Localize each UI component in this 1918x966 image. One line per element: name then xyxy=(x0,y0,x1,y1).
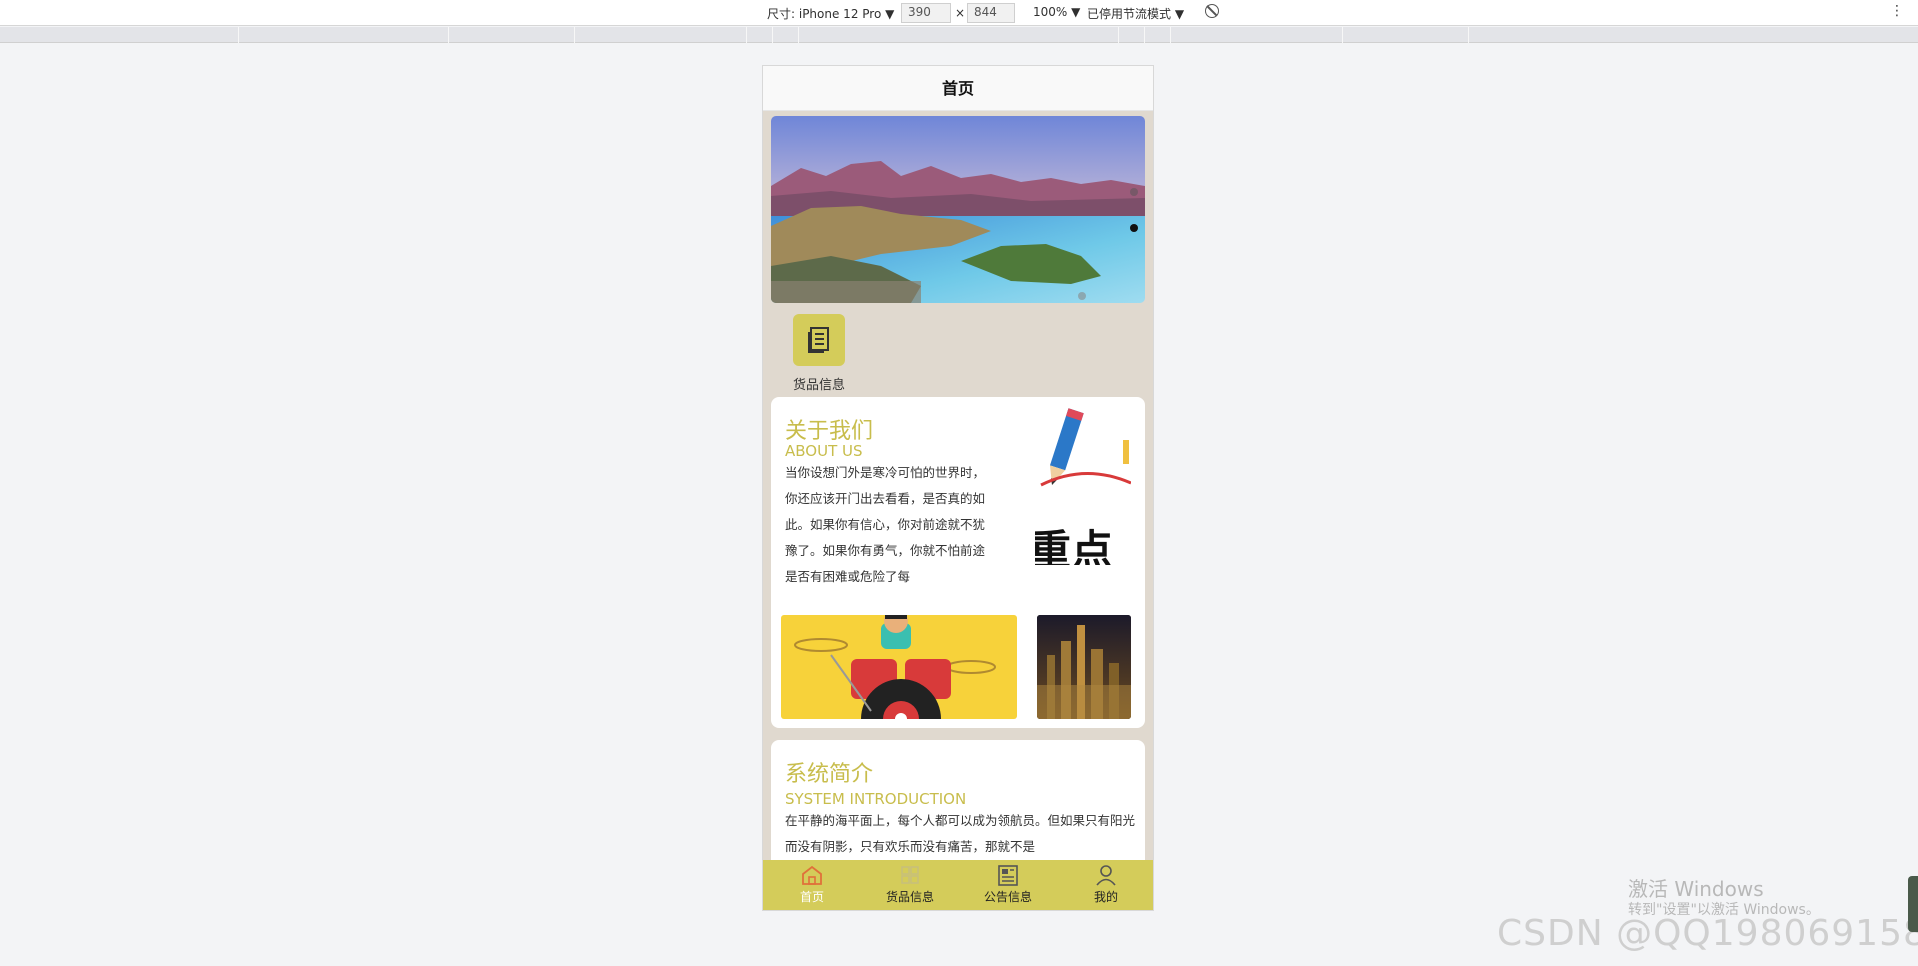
ruler-segment xyxy=(772,27,798,43)
bottom-tab-bar: 首页 货品信息 公告信息 我的 xyxy=(763,860,1153,910)
about-card: 关于我们 ABOUT US 当你设想门外是寒冷可怕的世界时，你还应该开门出去看看… xyxy=(771,397,1145,728)
ruler-segment xyxy=(1118,27,1144,43)
more-menu-icon[interactable]: ⋮ xyxy=(1890,3,1904,19)
page-title: 首页 xyxy=(763,66,1153,111)
home-icon xyxy=(802,865,822,885)
block-icon[interactable] xyxy=(1205,4,1219,18)
phone-viewport: 首页 货品信息 关于我们 ABOUT US 当你设想门外是寒冷可怕的世界时，你还… xyxy=(762,65,1154,911)
width-input[interactable]: 390 xyxy=(901,3,951,23)
category-label: 货品信息 xyxy=(792,378,845,393)
ruler-segment xyxy=(1342,27,1468,43)
ruler-segment xyxy=(1144,27,1170,43)
device-select[interactable]: 尺寸: iPhone 12 Pro ▼ xyxy=(767,5,894,22)
banner-image xyxy=(771,116,1145,303)
tab-label: 货品信息 xyxy=(885,890,934,904)
user-icon xyxy=(1096,865,1116,886)
city-night-image[interactable] xyxy=(1037,615,1131,719)
tab-home[interactable]: 首页 xyxy=(763,864,861,905)
about-subtitle: ABOUT US xyxy=(785,442,863,460)
dimension-separator: × xyxy=(955,6,966,20)
tab-label: 公告信息 xyxy=(983,890,1032,904)
ruler-segment xyxy=(1468,27,1678,43)
tab-mine[interactable]: 我的 xyxy=(1057,864,1153,905)
intro-subtitle: SYSTEM INTRODUCTION xyxy=(785,790,967,808)
tab-goods-info[interactable]: 货品信息 xyxy=(861,864,959,905)
banner-carousel[interactable] xyxy=(771,116,1145,303)
ruler-segment xyxy=(1170,27,1342,43)
tab-notices[interactable]: 公告信息 xyxy=(959,864,1057,905)
carousel-dot[interactable] xyxy=(1078,292,1086,300)
media-query-ruler[interactable] xyxy=(0,27,1918,43)
about-art-text: 重点 xyxy=(1035,526,1114,565)
news-icon xyxy=(998,865,1018,886)
document-icon xyxy=(793,314,845,366)
csdn-watermark: CSDN @QQ1980691580 xyxy=(1497,913,1918,954)
height-input[interactable]: 844 xyxy=(967,3,1015,23)
about-text: 当你设想门外是寒冷可怕的世界时，你还应该开门出去看看，是否真的如此。如果你有信心… xyxy=(785,465,986,584)
ruler-segment xyxy=(798,27,1118,43)
category-goods-info[interactable]: 货品信息 xyxy=(789,314,849,393)
zoom-select[interactable]: 100% ▼ xyxy=(1033,5,1080,19)
about-title: 关于我们 xyxy=(785,419,874,444)
intro-title: 系统简介 xyxy=(785,762,874,787)
grid-icon xyxy=(901,866,919,884)
ruler-segment xyxy=(448,27,574,43)
ruler-segment xyxy=(238,27,448,43)
tab-label: 我的 xyxy=(1093,890,1118,904)
carousel-dot-active[interactable] xyxy=(1130,224,1138,232)
side-widget-tab[interactable] xyxy=(1908,876,1918,932)
devtools-toolbar: 尺寸: iPhone 12 Pro ▼ 390 × 844 100% ▼ 已停用… xyxy=(0,0,1918,26)
tab-label: 首页 xyxy=(799,890,824,904)
ruler-segment xyxy=(574,27,746,43)
windows-activation-title: 激活 Windows xyxy=(1628,877,1764,901)
drummer-image[interactable] xyxy=(781,615,1017,719)
about-art-image: 重点 xyxy=(1035,405,1131,565)
carousel-dot[interactable] xyxy=(1130,188,1138,196)
ruler-segment xyxy=(746,27,772,43)
throttle-select[interactable]: 已停用节流模式 ▼ xyxy=(1087,5,1184,22)
